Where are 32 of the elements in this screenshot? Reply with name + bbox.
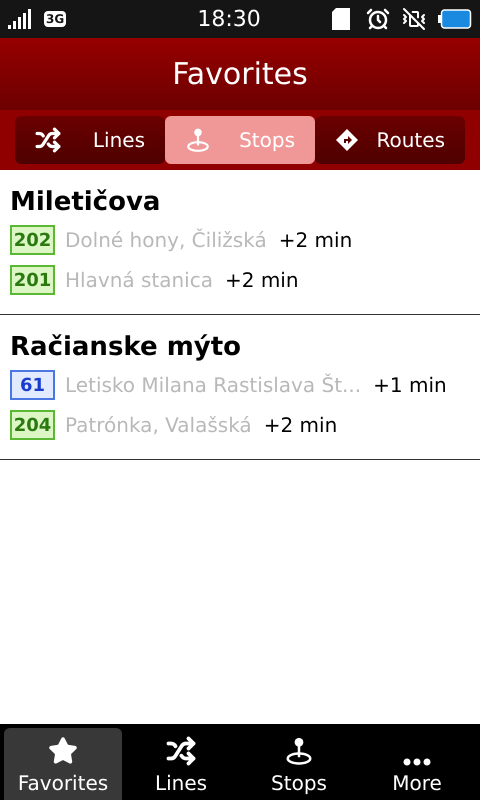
- more-dots-icon: [403, 758, 431, 766]
- nav-item[interactable]: Favorites: [4, 728, 122, 800]
- delay: +2 min: [264, 412, 338, 439]
- delay: +2 min: [224, 267, 299, 294]
- destination: Dolné hony, Čiližská: [65, 227, 267, 254]
- alarm-icon: [366, 7, 390, 31]
- line-badge: 204: [10, 410, 55, 440]
- destination: Hlavná stanica: [65, 267, 213, 294]
- page-title: Favorites: [172, 56, 308, 94]
- sd-card-icon: [332, 8, 350, 30]
- battery-icon: [438, 9, 472, 29]
- stop-pin-icon: [284, 736, 314, 766]
- signal-icon: [8, 9, 32, 29]
- network-indicator: 3G: [44, 11, 66, 27]
- destination: Letisko Milana Rastislava Št...: [65, 372, 362, 399]
- delay: +1 min: [373, 372, 447, 399]
- shuffle-icon: [35, 127, 61, 153]
- stop-pin-icon: [185, 127, 211, 153]
- delay: +2 min: [278, 227, 352, 254]
- tab[interactable]: Routes: [315, 116, 465, 164]
- stop-name: Miletičova: [10, 186, 162, 219]
- clock: 18:30: [196, 6, 262, 34]
- route-sign-icon: [335, 128, 359, 152]
- shuffle-icon: [166, 736, 196, 766]
- star-icon: [48, 736, 78, 766]
- stop-name: Račianske mýto: [10, 331, 242, 364]
- line-badge: 202: [10, 225, 55, 255]
- line-badge: 61: [10, 370, 55, 400]
- line-badge: 201: [10, 265, 55, 295]
- destination: Patrónka, Valašská: [65, 412, 252, 439]
- vibrate-off-icon: [402, 7, 426, 31]
- tab[interactable]: Lines: [15, 116, 165, 164]
